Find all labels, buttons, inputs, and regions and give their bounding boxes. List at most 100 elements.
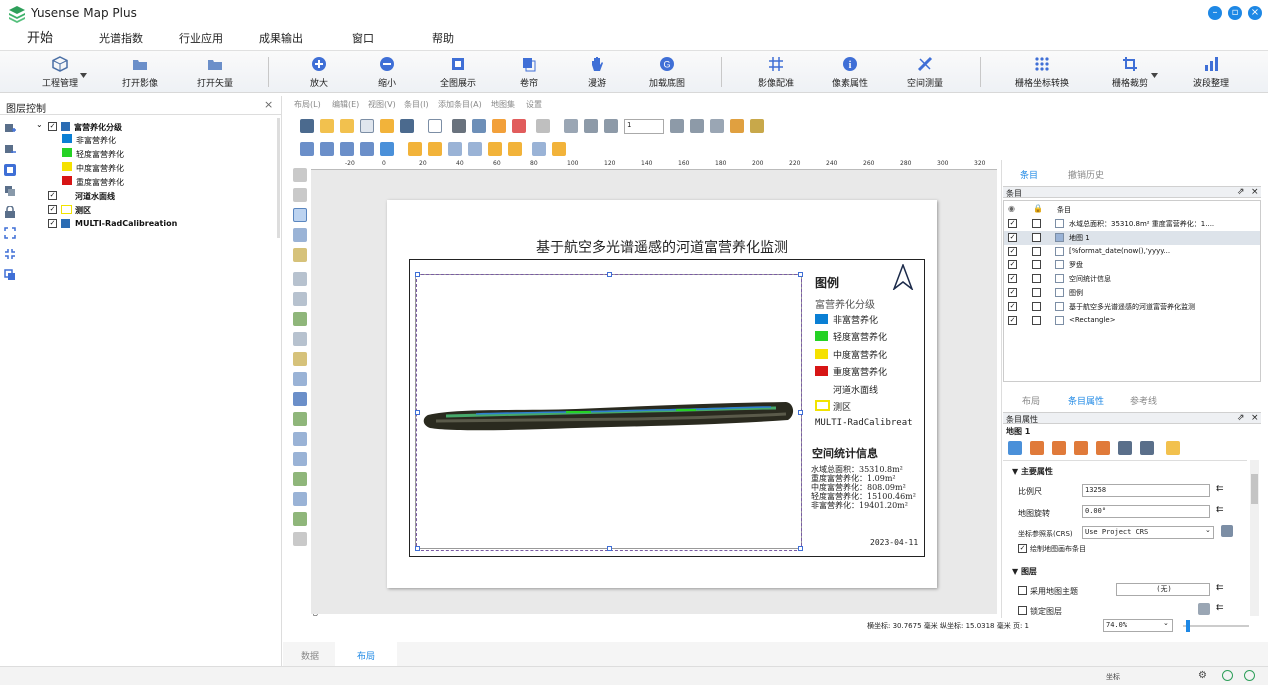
add-layer-icon[interactable] — [4, 122, 16, 134]
zoom-out-button[interactable]: 缩小 — [353, 54, 421, 92]
open-image-button[interactable]: 打开影像 — [106, 54, 174, 92]
messages-icon[interactable] — [1244, 670, 1255, 681]
close-icon[interactable]: × — [1251, 413, 1259, 423]
ungroup-icon[interactable] — [468, 142, 482, 156]
float-icon[interactable]: ⇗ — [1237, 187, 1245, 197]
layer-group-row[interactable]: ⌄ ✓ 富营养化分级 — [36, 120, 236, 134]
tab-spectral-index[interactable]: 光谱指数 — [84, 27, 158, 51]
layer-row[interactable]: ✓ MULTI-RadCalibreation — [48, 217, 268, 231]
raster-coord-transform-button[interactable]: 栅格坐标转换 — [1008, 54, 1076, 92]
view-extent-icon[interactable] — [1052, 441, 1066, 455]
layer-checkbox[interactable]: ✓ — [48, 191, 57, 200]
tab-undo-history[interactable]: 撤销历史 — [1068, 168, 1104, 181]
theme-checkbox[interactable] — [1018, 586, 1027, 595]
lock-layers-checkbox[interactable] — [1018, 606, 1027, 615]
scale-input[interactable]: 13258 — [1082, 484, 1210, 497]
composer-menu-add[interactable]: 添加条目(A) — [438, 99, 482, 110]
crs-select[interactable]: Use Project CRS — [1082, 526, 1214, 539]
layer-checkbox[interactable]: ✓ — [48, 219, 57, 228]
full-extent-button[interactable]: 全图展示 — [424, 54, 492, 92]
rotation-input[interactable]: 0.00° — [1082, 505, 1210, 518]
item-lock-checkbox[interactable] — [1032, 315, 1041, 325]
tab-data[interactable]: 数据 — [301, 649, 319, 662]
add-polyline-icon[interactable] — [293, 452, 307, 466]
export-pdf-icon[interactable] — [512, 119, 526, 133]
item-visible-checkbox[interactable]: ✓ — [1008, 315, 1017, 325]
item-row[interactable]: ✓ 水域总面积：35310.8m² 重度富营养化：1.... — [1004, 217, 1260, 231]
data-defined-icon[interactable]: ⇇ — [1216, 484, 1224, 494]
tab-item-properties[interactable]: 条目属性 — [1068, 394, 1104, 407]
expand-icon[interactable] — [4, 227, 16, 239]
item-visible-checkbox[interactable]: ✓ — [1008, 274, 1017, 284]
resize-handle[interactable] — [798, 546, 803, 551]
add-arrow-icon[interactable] — [293, 432, 307, 446]
add-shape-icon[interactable] — [293, 412, 307, 426]
tab-output[interactable]: 成果输出 — [244, 27, 318, 51]
layer-checkbox[interactable]: ✓ — [48, 205, 57, 214]
copy-layer-icon[interactable] — [4, 185, 16, 197]
band-arrange-button[interactable]: 波段整理 — [1177, 54, 1245, 92]
duplicate-icon[interactable] — [4, 269, 16, 281]
float-icon[interactable]: ⇗ — [1237, 413, 1245, 423]
item-row[interactable]: ✓ 空间统计信息 — [1004, 272, 1260, 286]
add-scalebar-icon[interactable] — [293, 372, 307, 386]
add-north-arrow-icon[interactable] — [293, 392, 307, 406]
bookmark-icon[interactable] — [1118, 441, 1132, 455]
group-icon[interactable] — [448, 142, 462, 156]
composer-menu-settings[interactable]: 设置 — [526, 99, 542, 110]
resize-handle[interactable] — [607, 546, 612, 551]
resize-icon[interactable] — [552, 142, 566, 156]
distribute-icon[interactable] — [532, 142, 546, 156]
set-extent-icon[interactable] — [1030, 441, 1044, 455]
status-ok-icon[interactable] — [1222, 670, 1233, 681]
tab-window[interactable]: 窗口 — [326, 27, 400, 51]
chevron-down-icon[interactable]: ⌄ — [1163, 619, 1169, 627]
layout-page[interactable]: 基于航空多光谱遥感的河道富营养化监测 图例 富营养化分级 非富营养化 轻度富营养… — [387, 200, 937, 588]
minimize-button[interactable]: – — [1208, 6, 1222, 20]
layers-section[interactable]: ▼ 图层 — [1012, 566, 1037, 577]
resize-handle[interactable] — [798, 410, 803, 415]
resize-handle[interactable] — [415, 546, 420, 551]
tab-items[interactable]: 条目 — [1020, 168, 1038, 181]
close-button[interactable]: × — [1248, 6, 1262, 20]
export-atlas-icon[interactable] — [730, 119, 744, 133]
chevron-down-icon[interactable]: ⌄ — [1205, 526, 1211, 534]
lock-style-icon[interactable] — [1198, 603, 1210, 615]
item-lock-checkbox[interactable] — [1032, 219, 1041, 228]
pan-icon[interactable] — [293, 168, 307, 182]
item-lock-checkbox[interactable] — [1032, 301, 1041, 311]
tab-guides[interactable]: 参考线 — [1130, 394, 1157, 407]
item-lock-checkbox[interactable] — [1032, 260, 1041, 270]
load-basemap-button[interactable]: G 加载底图 — [633, 54, 701, 92]
refresh-icon[interactable] — [1008, 441, 1022, 455]
print-icon[interactable] — [452, 119, 466, 133]
move-content-icon[interactable] — [293, 228, 307, 242]
resize-handle[interactable] — [415, 410, 420, 415]
remove-layer-icon[interactable] — [4, 143, 16, 155]
item-row[interactable]: ✓ 罗盘 — [1004, 258, 1260, 272]
select-arrow-icon[interactable] — [293, 208, 307, 222]
zoom-actual-icon[interactable] — [340, 142, 354, 156]
tab-industry[interactable]: 行业应用 — [164, 27, 238, 51]
resize-handle[interactable] — [798, 272, 803, 277]
page-icon[interactable] — [428, 119, 442, 133]
composer-menu-atlas[interactable]: 地图集 — [491, 99, 515, 110]
item-lock-checkbox[interactable] — [1032, 232, 1041, 242]
add-table-icon[interactable] — [293, 492, 307, 506]
print-atlas-icon[interactable] — [710, 119, 724, 133]
draw-items-checkbox[interactable]: ✓ — [1018, 544, 1027, 553]
labels-icon[interactable] — [1140, 441, 1154, 455]
chevron-down-icon[interactable] — [80, 69, 87, 78]
refresh-icon[interactable] — [380, 142, 394, 156]
add-3d-map-icon[interactable] — [293, 292, 307, 306]
tab-layout[interactable]: 布局 — [1022, 394, 1040, 407]
data-defined-icon[interactable]: ⇇ — [1216, 583, 1224, 593]
align-top-icon[interactable] — [508, 142, 522, 156]
zoom-out-icon[interactable] — [320, 142, 334, 156]
layout-manager-icon[interactable] — [360, 119, 374, 133]
add-html-icon[interactable] — [293, 472, 307, 486]
tab-help[interactable]: 帮助 — [406, 27, 480, 51]
item-lock-checkbox[interactable] — [1032, 246, 1041, 256]
align-left-icon[interactable] — [488, 142, 502, 156]
layer-row[interactable]: ✓ 测区 — [48, 203, 248, 217]
